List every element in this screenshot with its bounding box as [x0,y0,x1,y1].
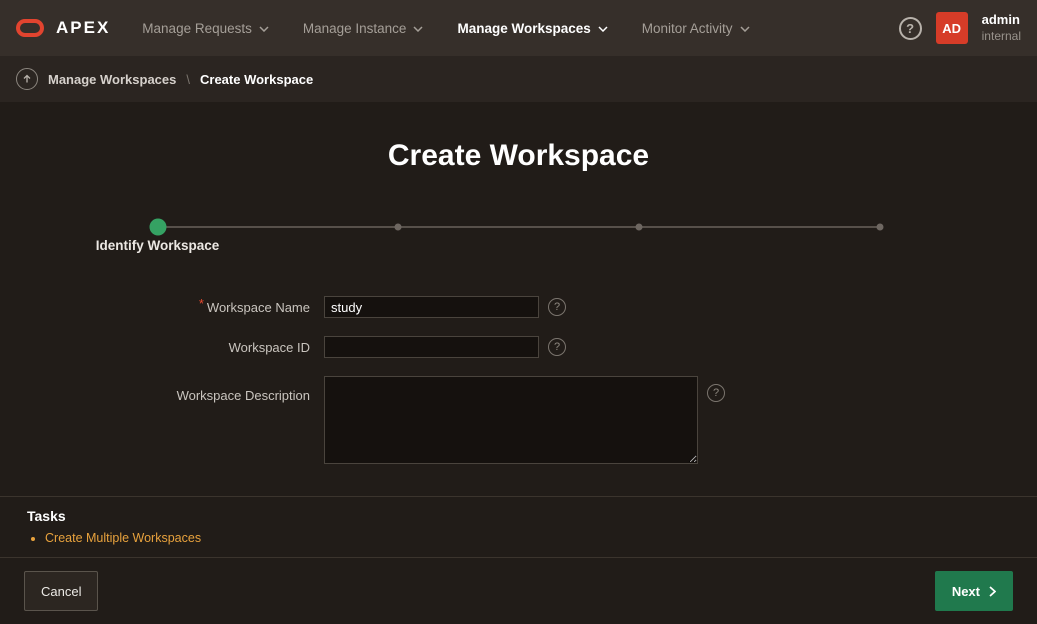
wizard-step-1-dot [149,219,166,236]
tasks-section: Tasks Create Multiple Workspaces [0,496,1037,557]
breadcrumb-current: Create Workspace [200,72,313,87]
brand-name: APEX [56,18,110,38]
oracle-logo-icon [16,19,44,37]
wizard-step-2-dot [395,224,402,231]
up-arrow-icon[interactable] [16,68,38,90]
nav-manage-requests-label: Manage Requests [142,21,252,36]
task-link-create-multiple-workspaces[interactable]: Create Multiple Workspaces [45,531,201,545]
workspace-name-input[interactable] [324,296,539,318]
help-icon[interactable]: ? [899,17,922,40]
top-nav-bar: APEX Manage Requests Manage Instance Man… [0,0,1037,56]
cancel-button[interactable]: Cancel [24,571,98,611]
user-area: ? AD admin internal [899,12,1021,44]
nav-manage-workspaces[interactable]: Manage Workspaces [457,21,607,36]
workspace-id-label: Workspace ID [0,340,310,355]
workspace-description-label: Workspace Description [0,376,310,403]
tasks-list: Create Multiple Workspaces [45,531,1010,545]
main-nav: Manage Requests Manage Instance Manage W… [142,21,749,36]
workspace-id-row: Workspace ID ? [0,336,1037,358]
create-workspace-form: *Workspace Name ? Workspace ID ? Workspa… [0,296,1037,464]
brand[interactable]: APEX [16,18,110,38]
nav-monitor-activity-label: Monitor Activity [642,21,733,36]
wizard-step-4-dot [876,224,883,231]
tasks-heading: Tasks [27,508,1010,524]
next-button-label: Next [952,584,980,599]
chevron-down-icon [413,26,423,32]
required-indicator: * [199,296,204,311]
help-icon[interactable]: ? [548,298,566,316]
wizard-track [158,226,880,228]
nav-manage-requests[interactable]: Manage Requests [142,21,269,36]
nav-manage-instance[interactable]: Manage Instance [303,21,424,36]
help-icon[interactable]: ? [548,338,566,356]
breadcrumb-parent[interactable]: Manage Workspaces [48,72,176,87]
breadcrumb-separator: \ [186,72,190,87]
chevron-right-icon [989,586,996,597]
workspace-name-label: *Workspace Name [0,300,310,315]
user-menu[interactable]: admin internal [982,12,1021,43]
wizard-step-label: Identify Workspace [96,238,220,253]
wizard-step-3-dot [635,224,642,231]
workspace-description-input[interactable] [324,376,698,464]
chevron-down-icon [259,26,269,32]
page-title: Create Workspace [0,138,1037,174]
user-name: admin [982,12,1021,28]
footer-button-bar: Cancel Next [0,557,1037,624]
workspace-name-row: *Workspace Name ? [0,296,1037,318]
next-button[interactable]: Next [935,571,1013,611]
chevron-down-icon [598,26,608,32]
workspace-description-row: Workspace Description ? [0,376,1037,464]
nav-manage-instance-label: Manage Instance [303,21,407,36]
workspace-id-input[interactable] [324,336,539,358]
avatar[interactable]: AD [936,12,968,44]
main-content: Create Workspace Identify Workspace *Wor… [0,102,1037,496]
help-icon[interactable]: ? [707,384,725,402]
user-context: internal [982,29,1021,44]
wizard-progress: Identify Workspace [158,218,880,270]
list-item: Create Multiple Workspaces [45,531,1010,545]
breadcrumb: Manage Workspaces \ Create Workspace [0,56,1037,102]
nav-monitor-activity[interactable]: Monitor Activity [642,21,750,36]
chevron-down-icon [740,26,750,32]
nav-manage-workspaces-label: Manage Workspaces [457,21,590,36]
